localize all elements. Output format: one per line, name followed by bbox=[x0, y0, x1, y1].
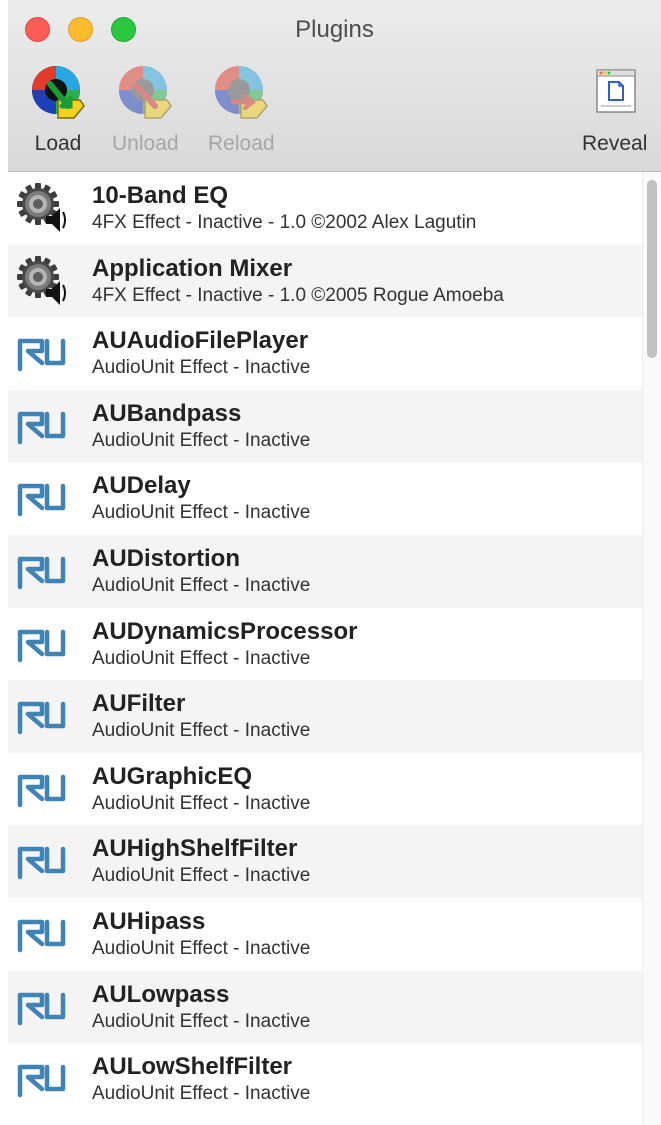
load-button[interactable]: Load bbox=[28, 62, 88, 156]
plugin-description: AudioUnit Effect - Inactive bbox=[92, 574, 311, 596]
plugin-row[interactable]: AUDelay AudioUnit Effect - Inactive bbox=[8, 462, 642, 535]
plugin-description: AudioUnit Effect - Inactive bbox=[92, 1010, 311, 1032]
audio-unit-icon bbox=[17, 774, 66, 807]
reveal-in-finder-icon bbox=[595, 69, 636, 113]
titlebar-toolbar: Plugins Load Unload Reload Reveal bbox=[8, 0, 661, 172]
plugin-name: AUBandpass bbox=[92, 399, 242, 427]
plugin-row[interactable]: AUAudioFilePlayer AudioUnit Effect - Inac… bbox=[8, 317, 642, 390]
plugin-name: AUDistortion bbox=[92, 544, 240, 572]
audio-unit-icon bbox=[17, 484, 66, 517]
unload-plugin-icon bbox=[119, 66, 173, 119]
plugin-description: AudioUnit Effect - Inactive bbox=[92, 865, 311, 887]
window-title: Plugins bbox=[295, 16, 374, 43]
audio-unit-icon bbox=[17, 992, 66, 1025]
plugin-name: AUFilter bbox=[92, 690, 186, 718]
audio-unit-icon bbox=[17, 1064, 66, 1098]
audio-unit-icon bbox=[17, 556, 66, 590]
plugin-row[interactable]: AUHipass AudioUnit Effect - Inactive bbox=[8, 898, 642, 971]
plugin-row[interactable]: AUHighShelfFilter AudioUnit Effect - Inac… bbox=[8, 825, 642, 898]
plugin-name: 10-Band EQ bbox=[92, 182, 229, 209]
plugin-row[interactable]: 10-Band EQ 4FX Effect - Inactive - 1.0 ©2… bbox=[8, 172, 642, 245]
plugin-row[interactable]: AUBandpass AudioUnit Effect - Inactive bbox=[8, 389, 642, 463]
plugin-list[interactable]: 10-Band EQ 4FX Effect - Inactive - 1.0 ©2… bbox=[8, 172, 642, 1125]
plugin-name: AUDynamicsProcessor bbox=[92, 617, 358, 645]
reload-button[interactable]: Reload bbox=[208, 62, 275, 156]
plugin-row[interactable]: AUFilter AudioUnit Effect - Inactive bbox=[8, 680, 642, 753]
audio-unit-icon bbox=[17, 629, 66, 662]
gear-speaker-icon bbox=[17, 183, 66, 232]
plugin-description: AudioUnit Effect - Inactive bbox=[92, 937, 311, 959]
plugin-name: AULowpass bbox=[92, 980, 230, 1008]
load-label: Load bbox=[34, 132, 82, 155]
plugin-description: AudioUnit Effect - Inactive bbox=[92, 720, 311, 742]
unload-label: Unload bbox=[112, 132, 179, 155]
plugin-description: AudioUnit Effect - Inactive bbox=[92, 502, 311, 524]
plugin-description: AudioUnit Effect - Inactive bbox=[92, 647, 311, 669]
plugin-name: AUDelay bbox=[92, 472, 191, 500]
audio-unit-icon bbox=[17, 701, 66, 735]
audio-unit-icon bbox=[17, 411, 66, 445]
vertical-scrollbar[interactable] bbox=[642, 172, 661, 1125]
unload-button[interactable]: Unload bbox=[112, 62, 179, 156]
plugin-description: AudioUnit Effect - Inactive bbox=[92, 792, 311, 814]
plugin-name: AULowShelfFilter bbox=[92, 1053, 293, 1081]
plugin-description: AudioUnit Effect - Inactive bbox=[92, 1083, 311, 1105]
plugin-description: 4FX Effect - Inactive - 1.0 ©2005 Rogue … bbox=[92, 284, 504, 306]
load-plugin-icon bbox=[32, 66, 85, 119]
audio-unit-icon bbox=[17, 847, 66, 880]
plugin-row[interactable]: AUDynamicsProcessor AudioUnit Effect - In… bbox=[8, 608, 642, 681]
plugin-row[interactable]: Application Mixer 4FX Effect - Inactive -… bbox=[8, 244, 642, 318]
plugin-row[interactable]: AUDistortion AudioUnit Effect - Inactive bbox=[8, 534, 642, 608]
plugin-name: AUGraphicEQ bbox=[92, 762, 253, 790]
reload-label: Reload bbox=[208, 132, 275, 155]
plugin-row[interactable]: AUGraphicEQ AudioUnit Effect - Inactive bbox=[8, 753, 642, 826]
scrollbar-thumb[interactable] bbox=[647, 180, 657, 358]
gear-speaker-icon bbox=[17, 255, 66, 305]
plugin-name: AUAudioFilePlayer bbox=[92, 327, 309, 355]
audio-unit-icon bbox=[17, 338, 66, 372]
plugins-window: Plugins Load Unload Reload Reveal 10-Ban… bbox=[8, 0, 661, 1125]
plugin-row[interactable]: AULowShelfFilter AudioUnit Effect - Inact… bbox=[8, 1043, 642, 1116]
plugin-name: AUHighShelfFilter bbox=[92, 835, 298, 863]
plugin-row[interactable]: AULowpass AudioUnit Effect - Inactive bbox=[8, 970, 642, 1044]
reveal-button[interactable]: Reveal bbox=[582, 62, 647, 156]
plugin-name: Application Mixer bbox=[92, 254, 293, 282]
plugin-description: AudioUnit Effect - Inactive bbox=[92, 357, 311, 379]
audio-unit-icon bbox=[17, 919, 66, 953]
reload-plugin-icon bbox=[215, 66, 269, 119]
plugin-description: AudioUnit Effect - Inactive bbox=[92, 429, 311, 451]
plugin-name: AUHipass bbox=[92, 907, 206, 935]
plugin-description: 4FX Effect - Inactive - 1.0 ©2002 Alex L… bbox=[92, 212, 477, 233]
reveal-label: Reveal bbox=[582, 132, 648, 155]
